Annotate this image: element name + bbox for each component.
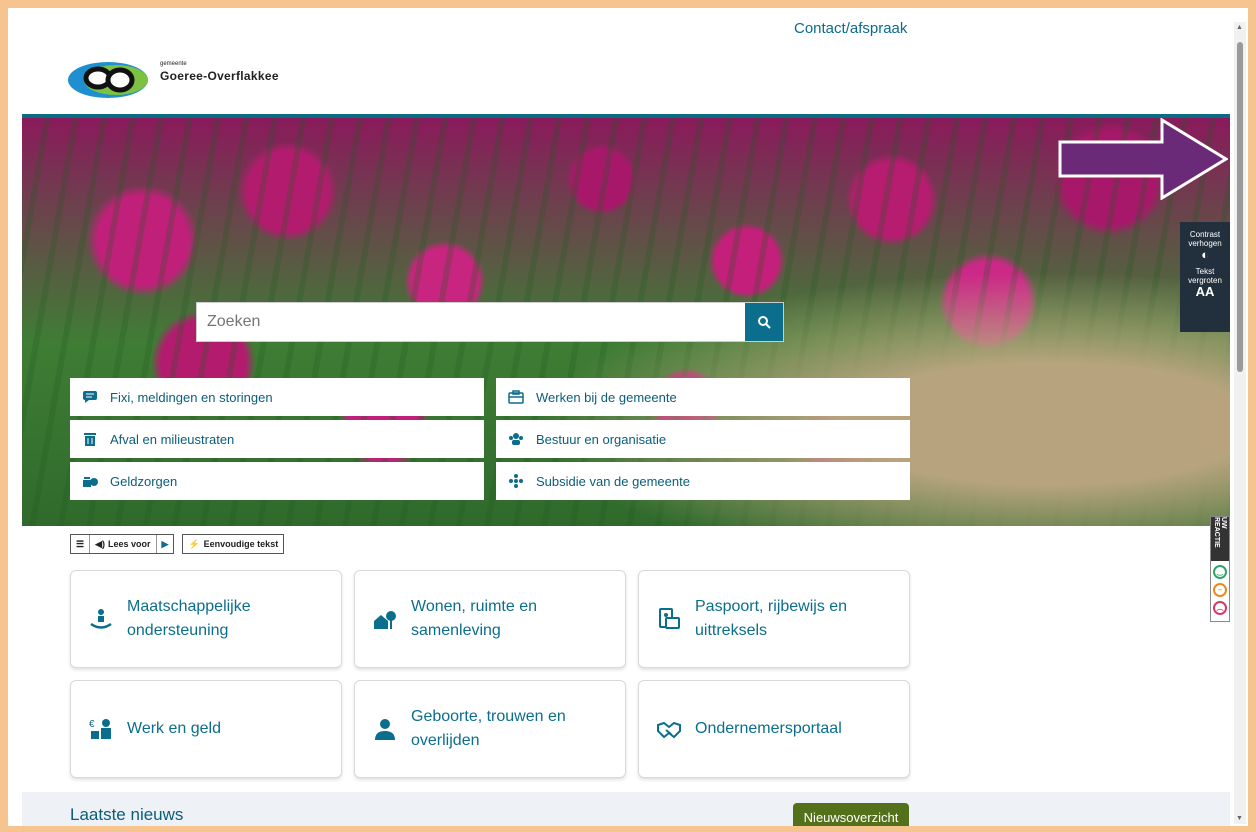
- browser-frame: Contact/afspraak gemeente Goeree-Overfla…: [8, 8, 1248, 826]
- accessibility-tools: Contrast verhogen ◐ Tekst vergroten AA: [1180, 222, 1230, 332]
- lightning-icon: ⚡: [188, 538, 200, 549]
- scrollbar-thumb[interactable]: [1237, 42, 1243, 372]
- group-icon: [508, 473, 524, 489]
- card-werk-en-geld[interactable]: € Werk en geld: [70, 680, 342, 778]
- sad-face-icon[interactable]: ︵: [1213, 601, 1227, 615]
- search-button[interactable]: [745, 303, 783, 341]
- card-label: Werk en geld: [127, 720, 221, 737]
- purple-arrow-icon: [1058, 118, 1228, 200]
- logo-mark-icon: [68, 62, 148, 98]
- page: Contact/afspraak gemeente Goeree-Overfla…: [22, 20, 1230, 826]
- worker-money-icon: €: [89, 717, 113, 741]
- quick-link-fixi[interactable]: Fixi, meldingen en storingen: [70, 378, 484, 416]
- text-size-icon: AA: [1195, 284, 1215, 299]
- news-title: Laatste nieuws: [70, 805, 184, 824]
- card-label: Maatschappelijke ondersteuning: [127, 598, 251, 639]
- hero-banner: Fixi, meldingen en storingen Werken bij …: [22, 114, 1230, 526]
- simple-text-label: Eenvoudige tekst: [203, 539, 279, 549]
- news-section: Laatste nieuws Nieuwsoverzicht: [22, 792, 1230, 826]
- contrast-icon: ◐: [1201, 247, 1209, 262]
- quick-link-subsidie[interactable]: Subsidie van de gemeente: [496, 462, 910, 500]
- municipality-logo[interactable]: gemeente Goeree-Overflakkee: [68, 58, 308, 100]
- neutral-face-icon[interactable]: –: [1213, 583, 1227, 597]
- id-document-icon: [657, 607, 681, 631]
- svg-text:€: €: [89, 719, 95, 730]
- handshake-icon: [657, 717, 681, 741]
- speaker-icon: ◀): [95, 538, 105, 549]
- text-size-label-1: Tekst: [1195, 267, 1215, 276]
- card-maatschappelijke-ondersteuning[interactable]: Maatschappelijke ondersteuning: [70, 570, 342, 668]
- quick-link-label: Bestuur en organisatie: [536, 431, 667, 447]
- search-input[interactable]: [197, 303, 745, 341]
- simple-text-button[interactable]: ⚡ Eenvoudige tekst: [183, 535, 283, 553]
- feedback-label: UW REACTIE: [1211, 517, 1229, 561]
- read-aloud-button[interactable]: ◀) Lees voor: [90, 535, 157, 553]
- scrollbar[interactable]: ▲ ▼: [1234, 22, 1246, 824]
- feedback-widget[interactable]: UW REACTIE ‿ – ︵: [1210, 516, 1230, 622]
- logo-small-text: gemeente: [160, 61, 187, 67]
- read-aloud-label: Lees voor: [108, 539, 151, 549]
- read-aloud-group: ☰ ◀) Lees voor ▶: [70, 534, 175, 554]
- card-label: Wonen, ruimte en samenleving: [411, 598, 537, 639]
- quick-link-werken[interactable]: Werken bij de gemeente: [496, 378, 910, 416]
- card-ondernemersportaal[interactable]: Ondernemersportaal: [638, 680, 910, 778]
- quick-link-bestuur[interactable]: Bestuur en organisatie: [496, 420, 910, 458]
- person-icon: [373, 717, 397, 741]
- money-icon: [82, 473, 98, 489]
- news-overview-button[interactable]: Nieuwsoverzicht: [793, 803, 909, 826]
- quick-link-label: Geldzorgen: [110, 473, 178, 489]
- chat-bubble-icon: [82, 389, 98, 405]
- contrast-label-1: Contrast: [1189, 230, 1221, 239]
- card-label: Paspoort, rijbewijs en uittreksels: [695, 598, 848, 639]
- search-icon: [758, 316, 771, 329]
- read-aloud-toolbar: ☰ ◀) Lees voor ▶ ⚡ Eenvoudige tekst: [70, 534, 285, 554]
- helping-hands-icon: [89, 607, 113, 631]
- trash-icon: [82, 431, 98, 447]
- play-icon[interactable]: ▶: [157, 535, 174, 553]
- quick-link-label: Afval en milieustraten: [110, 431, 235, 447]
- logo-name: Goeree-Overflakkee: [160, 69, 279, 83]
- quick-link-afval[interactable]: Afval en milieustraten: [70, 420, 484, 458]
- card-label: Ondernemersportaal: [695, 720, 842, 737]
- card-label: Geboorte, trouwen en overlijden: [411, 708, 566, 749]
- menu-icon[interactable]: ☰: [71, 535, 91, 553]
- text-size-button[interactable]: Tekst vergroten AA: [1180, 267, 1230, 299]
- quick-link-label: Fixi, meldingen en storingen: [110, 389, 273, 405]
- people-icon: [508, 431, 524, 447]
- houses-icon: [373, 607, 397, 631]
- card-paspoort[interactable]: Paspoort, rijbewijs en uittreksels: [638, 570, 910, 668]
- card-geboorte[interactable]: Geboorte, trouwen en overlijden: [354, 680, 626, 778]
- quick-link-label: Subsidie van de gemeente: [536, 473, 690, 489]
- scroll-down-icon[interactable]: ▼: [1236, 815, 1243, 822]
- simple-text-group: ⚡ Eenvoudige tekst: [182, 534, 285, 554]
- search-bar: [196, 302, 784, 342]
- contrast-button[interactable]: Contrast verhogen ◐: [1180, 230, 1230, 262]
- scroll-up-icon[interactable]: ▲: [1236, 24, 1243, 31]
- quick-link-label: Werken bij de gemeente: [536, 389, 677, 405]
- happy-face-icon[interactable]: ‿: [1213, 565, 1227, 579]
- briefcase-icon: [508, 389, 524, 405]
- quick-link-geldzorgen[interactable]: Geldzorgen: [70, 462, 484, 500]
- card-wonen-ruimte[interactable]: Wonen, ruimte en samenleving: [354, 570, 626, 668]
- contact-link[interactable]: Contact/afspraak: [794, 20, 907, 37]
